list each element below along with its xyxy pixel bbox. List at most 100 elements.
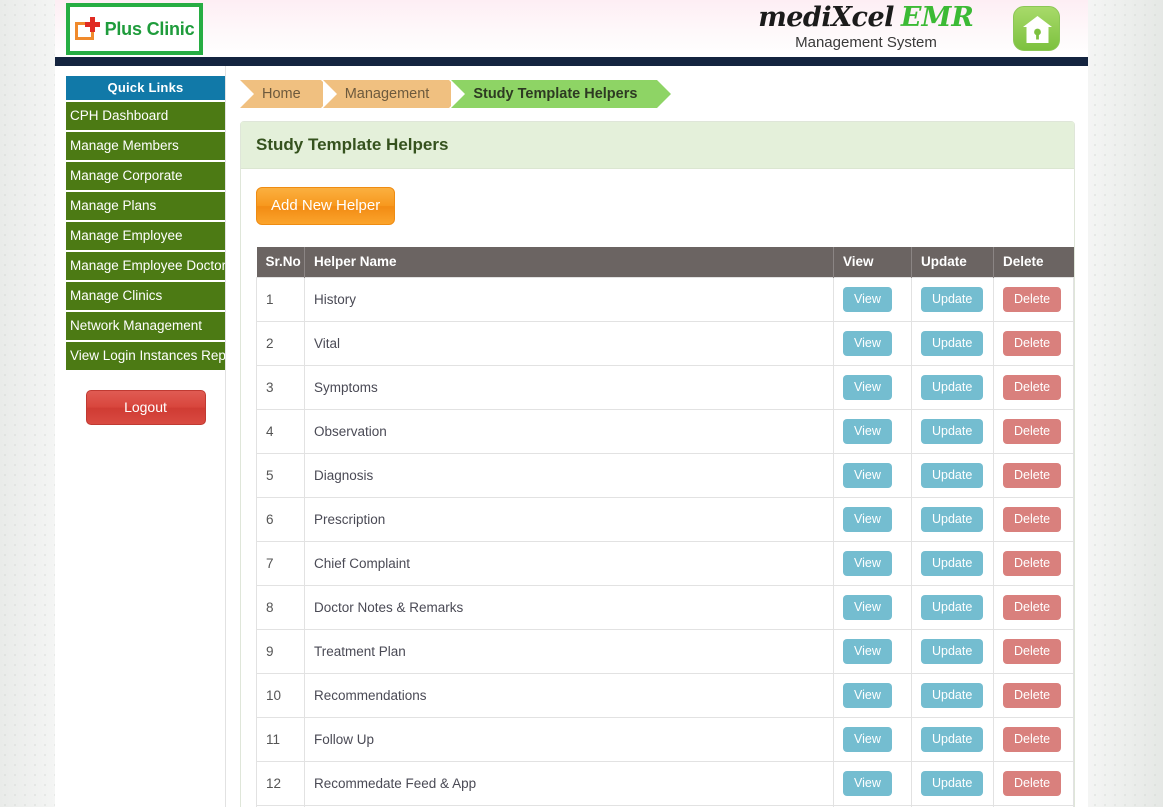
table-row: 4 Observation View Update Delete [256, 409, 1074, 454]
sidebar-item-manage-plans[interactable]: Manage Plans [66, 192, 225, 220]
cell-helper-name: History [304, 277, 834, 322]
delete-button[interactable]: Delete [1003, 287, 1062, 312]
cell-update: Update [911, 541, 994, 586]
sidebar-item-manage-employee-doctor[interactable]: Manage Employee Doctor [66, 252, 225, 280]
view-button[interactable]: View [843, 551, 892, 576]
cell-srno: 6 [256, 497, 305, 542]
table-row: 3 Symptoms View Update Delete [256, 365, 1074, 410]
view-button[interactable]: View [843, 375, 892, 400]
table-row: 6 Prescription View Update Delete [256, 497, 1074, 542]
cell-update: Update [911, 673, 994, 718]
delete-button[interactable]: Delete [1003, 507, 1062, 532]
delete-button[interactable]: Delete [1003, 771, 1062, 796]
column-header-update: Update [911, 247, 994, 278]
app-header: Plus Clinic mediXcel EMR Management Syste… [55, 0, 1088, 57]
sidebar-item-manage-corporate[interactable]: Manage Corporate [66, 162, 225, 190]
update-button[interactable]: Update [921, 639, 984, 664]
view-button[interactable]: View [843, 507, 892, 532]
view-button[interactable]: View [843, 771, 892, 796]
view-button[interactable]: View [843, 419, 892, 444]
cell-helper-name: Prescription [304, 497, 834, 542]
cell-view: View [833, 409, 912, 454]
delete-button[interactable]: Delete [1003, 551, 1062, 576]
delete-button[interactable]: Delete [1003, 639, 1062, 664]
delete-button[interactable]: Delete [1003, 419, 1062, 444]
view-button[interactable]: View [843, 287, 892, 312]
breadcrumb-item-study-template-helpers[interactable]: Study Template Helpers [451, 80, 672, 108]
table-row: 11 Follow Up View Update Delete [256, 717, 1074, 762]
add-new-helper-button[interactable]: Add New Helper [256, 187, 396, 225]
table-row: 12 Recommedate Feed & App View Update Delete [256, 761, 1074, 806]
cell-helper-name: Follow Up [304, 717, 834, 762]
update-button[interactable]: Update [921, 683, 984, 708]
update-button[interactable]: Update [921, 419, 984, 444]
table-row: 1 History View Update Delete [256, 277, 1074, 322]
helpers-table: Sr.No Helper Name View Update Delete 1 Hi… [256, 247, 1074, 807]
update-button[interactable]: Update [921, 771, 984, 796]
cell-view: View [833, 629, 912, 674]
update-button[interactable]: Update [921, 595, 984, 620]
view-button[interactable]: View [843, 331, 892, 356]
view-button[interactable]: View [843, 683, 892, 708]
brand-name-emr: EMR [900, 2, 974, 33]
cell-delete: Delete [993, 673, 1074, 718]
cell-srno: 1 [256, 277, 305, 322]
delete-button[interactable]: Delete [1003, 331, 1062, 356]
cell-view: View [833, 717, 912, 762]
cell-update: Update [911, 321, 994, 366]
home-lock-icon[interactable] [1013, 6, 1060, 51]
sidebar-item-network-management[interactable]: Network Management [66, 312, 225, 340]
cell-view: View [833, 541, 912, 586]
sidebar-item-view-login-instances-report[interactable]: View Login Instances Report [66, 342, 225, 370]
cell-helper-name: Treatment Plan [304, 629, 834, 674]
cell-update: Update [911, 277, 994, 322]
page-title: Study Template Helpers [241, 122, 1074, 169]
update-button[interactable]: Update [921, 375, 984, 400]
view-button[interactable]: View [843, 639, 892, 664]
sidebar-item-manage-employee[interactable]: Manage Employee [66, 222, 225, 250]
study-template-helpers-panel: Study Template Helpers Add New Helper Sr… [240, 121, 1075, 807]
sidebar-item-cph-dashboard[interactable]: CPH Dashboard [66, 102, 225, 130]
brand-block: mediXcel EMR Management System [741, 2, 991, 52]
cell-delete: Delete [993, 761, 1074, 806]
delete-button[interactable]: Delete [1003, 375, 1062, 400]
cell-srno: 4 [256, 409, 305, 454]
cell-srno: 12 [256, 761, 305, 806]
delete-button[interactable]: Delete [1003, 683, 1062, 708]
cell-view: View [833, 585, 912, 630]
page-root: Plus Clinic mediXcel EMR Management Syste… [0, 0, 1163, 807]
cell-helper-name: Observation [304, 409, 834, 454]
cell-view: View [833, 673, 912, 718]
cell-srno: 11 [256, 717, 305, 762]
breadcrumb-item-management[interactable]: Management [322, 80, 463, 108]
table-row: 5 Diagnosis View Update Delete [256, 453, 1074, 498]
brand-name-medixcel: mediXcel [758, 2, 894, 33]
update-button[interactable]: Update [921, 551, 984, 576]
update-button[interactable]: Update [921, 331, 984, 356]
cell-view: View [833, 453, 912, 498]
breadcrumb-item-home[interactable]: Home [240, 80, 335, 108]
delete-button[interactable]: Delete [1003, 727, 1062, 752]
table-row: 9 Treatment Plan View Update Delete [256, 629, 1074, 674]
logout-button[interactable]: Logout [85, 390, 206, 425]
sidebar-item-manage-clinics[interactable]: Manage Clinics [66, 282, 225, 310]
update-button[interactable]: Update [921, 507, 984, 532]
view-button[interactable]: View [843, 595, 892, 620]
delete-button[interactable]: Delete [1003, 463, 1062, 488]
view-button[interactable]: View [843, 727, 892, 752]
sidebar-item-manage-members[interactable]: Manage Members [66, 132, 225, 160]
view-button[interactable]: View [843, 463, 892, 488]
cell-view: View [833, 497, 912, 542]
brand-subtitle: Management System [795, 34, 937, 51]
update-button[interactable]: Update [921, 463, 984, 488]
update-button[interactable]: Update [921, 287, 984, 312]
cell-delete: Delete [993, 365, 1074, 410]
delete-button[interactable]: Delete [1003, 595, 1062, 620]
cell-update: Update [911, 409, 994, 454]
update-button[interactable]: Update [921, 727, 984, 752]
table-header-row: Sr.No Helper Name View Update Delete [256, 247, 1074, 278]
column-header-delete: Delete [993, 247, 1074, 278]
cell-helper-name: Vital [304, 321, 834, 366]
table-row: 2 Vital View Update Delete [256, 321, 1074, 366]
clinic-logo[interactable]: Plus Clinic [66, 3, 203, 55]
